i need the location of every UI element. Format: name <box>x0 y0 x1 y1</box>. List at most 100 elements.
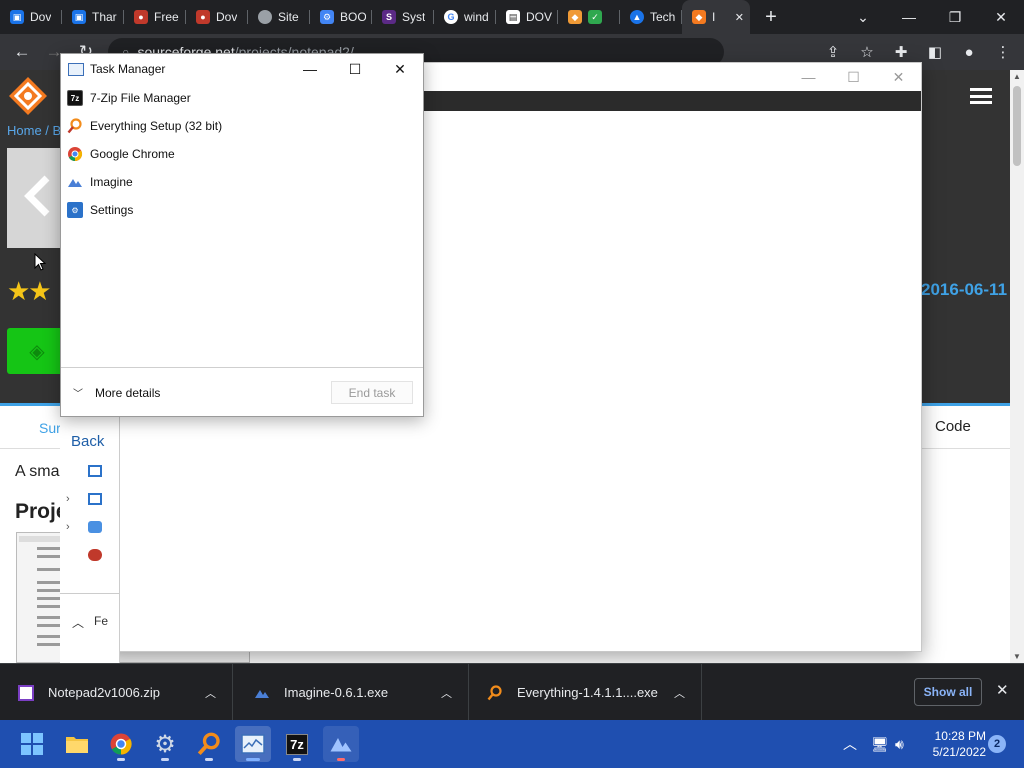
browser-tab[interactable]: ▣ Dov <box>0 0 62 34</box>
close-downloads-icon[interactable]: ✕ <box>996 681 1009 699</box>
scroll-down-icon[interactable]: ▼ <box>1013 652 1021 661</box>
tray-overflow-icon[interactable]: ︿ <box>843 720 857 768</box>
task-manager-taskbar[interactable] <box>235 726 271 762</box>
browser-tab-active[interactable]: ◆ I ✕ <box>682 0 750 34</box>
download-button[interactable]: ◈ <box>7 328 67 374</box>
chrome-taskbar[interactable] <box>103 726 139 762</box>
chevron-right-icon[interactable]: › <box>66 493 70 505</box>
browser-tab[interactable]: S Syst <box>372 0 434 34</box>
system-clock[interactable]: 10:28 PM 5/21/2022 <box>916 728 986 760</box>
minimize-button[interactable]: — <box>287 54 333 84</box>
list-item[interactable] <box>66 460 102 482</box>
app-name: Imagine <box>90 175 133 189</box>
start-button[interactable] <box>14 726 50 762</box>
hamburger-menu-icon[interactable] <box>970 88 992 104</box>
download-item[interactable]: Notepad2v1006.zip ︿ <box>0 664 233 721</box>
side-panel-icon[interactable]: ◧ <box>920 38 950 66</box>
imagine-icon <box>67 174 83 190</box>
chevron-up-icon[interactable]: ︿ <box>674 685 685 701</box>
close-button[interactable]: ✕ <box>876 65 921 89</box>
app-item-chrome[interactable]: Google Chrome <box>61 140 423 168</box>
minimize-button[interactable]: — <box>886 0 932 34</box>
profile-avatar-icon[interactable]: ● <box>954 38 984 66</box>
browser-tab[interactable]: ▤ DOV <box>496 0 558 34</box>
page-scrollbar[interactable]: ▲ ▼ <box>1010 70 1024 663</box>
back-link[interactable]: Back <box>71 433 104 450</box>
mouse-pointer-icon <box>34 253 46 271</box>
tab-label: Site <box>278 10 299 24</box>
chevron-down-icon: ﹀ <box>73 389 83 400</box>
download-filename: Notepad2v1006.zip <box>48 685 161 700</box>
browser-tab[interactable]: ● Dov <box>186 0 248 34</box>
settings-icon: ⚙ <box>67 202 83 218</box>
back-icon[interactable]: ← <box>6 36 38 68</box>
task-manager-window: Task Manager — ☐ ✕ 7z 7-Zip File Manager… <box>60 53 424 417</box>
app-item-imagine[interactable]: Imagine <box>61 168 423 196</box>
chevron-up-icon[interactable]: ︿ <box>72 614 84 631</box>
restore-button[interactable]: ❐ <box>932 0 978 34</box>
tab-label: wind <box>464 10 489 24</box>
network-icon[interactable]: 🖥︎ <box>871 720 889 768</box>
menu-kebab-icon[interactable]: ⋮ <box>988 38 1018 66</box>
footer-label: Fe <box>94 614 109 628</box>
show-all-button[interactable]: Show all <box>914 678 982 706</box>
browser-tab[interactable]: ● Free <box>124 0 186 34</box>
tab-support[interactable]: Sur <box>39 420 61 436</box>
tab-search-icon[interactable]: ⌄ <box>840 0 886 34</box>
scrollbar-thumb[interactable] <box>1013 86 1021 166</box>
end-task-button[interactable]: End task <box>331 381 413 404</box>
window-title: Task Manager <box>90 62 166 76</box>
list-item[interactable]: › <box>66 488 102 510</box>
download-item[interactable]: Imagine-0.6.1.exe ︿ <box>236 664 469 721</box>
download-item[interactable]: Everything-1.4.1.1....exe ︿ <box>469 664 702 721</box>
more-details-toggle[interactable]: ﹀ More details <box>73 385 161 401</box>
gear-icon: ⚙ <box>154 730 176 758</box>
browser-tab[interactable]: ▣ Thar <box>62 0 124 34</box>
imagine-icon <box>254 685 270 701</box>
browser-tab[interactable]: Site <box>248 0 310 34</box>
last-update-date: 2016-06-11 <box>921 280 1008 299</box>
file-explorer-taskbar[interactable] <box>59 726 95 762</box>
close-tab-icon[interactable]: ✕ <box>735 11 744 24</box>
more-details-label: More details <box>95 385 161 400</box>
app-item-everything[interactable]: Everything Setup (32 bit) <box>61 112 423 140</box>
imagine-taskbar[interactable] <box>323 726 359 762</box>
browser-tab[interactable]: Gwind <box>434 0 496 34</box>
chevron-up-icon[interactable]: ︿ <box>205 685 216 701</box>
app-item-7zip[interactable]: 7z 7-Zip File Manager <box>61 84 423 112</box>
browser-tab[interactable]: ⚙ BOO <box>310 0 372 34</box>
tab-label: Dov <box>30 10 52 24</box>
project-description: A smal <box>15 463 64 480</box>
browser-tab[interactable]: ◆ ✓ <box>558 0 620 34</box>
breadcrumb[interactable]: Home / Br <box>7 123 66 138</box>
maximize-button[interactable]: ☐ <box>831 65 876 89</box>
sourceforge-logo-icon[interactable] <box>8 76 48 116</box>
tab-label: I <box>712 10 716 24</box>
chevron-up-icon[interactable]: ︿ <box>441 685 452 701</box>
everything-taskbar[interactable] <box>191 726 227 762</box>
task-manager-titlebar[interactable]: Task Manager — ☐ ✕ <box>61 54 423 84</box>
maximize-button[interactable]: ☐ <box>332 54 378 84</box>
notification-badge[interactable]: 2 <box>988 735 1006 753</box>
close-button[interactable]: ✕ <box>377 54 423 84</box>
task-manager-icon <box>68 62 84 76</box>
tab-label: Thar <box>92 10 117 24</box>
new-tab-button[interactable]: + <box>754 6 788 29</box>
project-logo-icon <box>24 175 50 217</box>
list-item[interactable]: › <box>66 516 102 538</box>
7zip-icon: 7z <box>286 733 308 755</box>
7zip-taskbar[interactable]: 7z <box>279 726 315 762</box>
app-item-settings[interactable]: ⚙ Settings <box>61 196 423 224</box>
scroll-up-icon[interactable]: ▲ <box>1013 72 1021 81</box>
chevron-right-icon[interactable]: › <box>66 521 70 533</box>
browser-tab[interactable]: ▲ Tech <box>620 0 682 34</box>
settings-taskbar[interactable]: ⚙ <box>147 726 183 762</box>
everything-icon <box>67 118 83 134</box>
list-item[interactable] <box>66 544 102 566</box>
volume-icon[interactable]: 🔊︎ <box>895 720 904 768</box>
minimize-button[interactable]: — <box>786 65 831 89</box>
favicon-icon: ◆ <box>568 10 582 24</box>
tab-code[interactable]: Code <box>935 418 971 435</box>
window-icon <box>88 465 102 477</box>
close-button[interactable]: ✕ <box>978 0 1024 34</box>
